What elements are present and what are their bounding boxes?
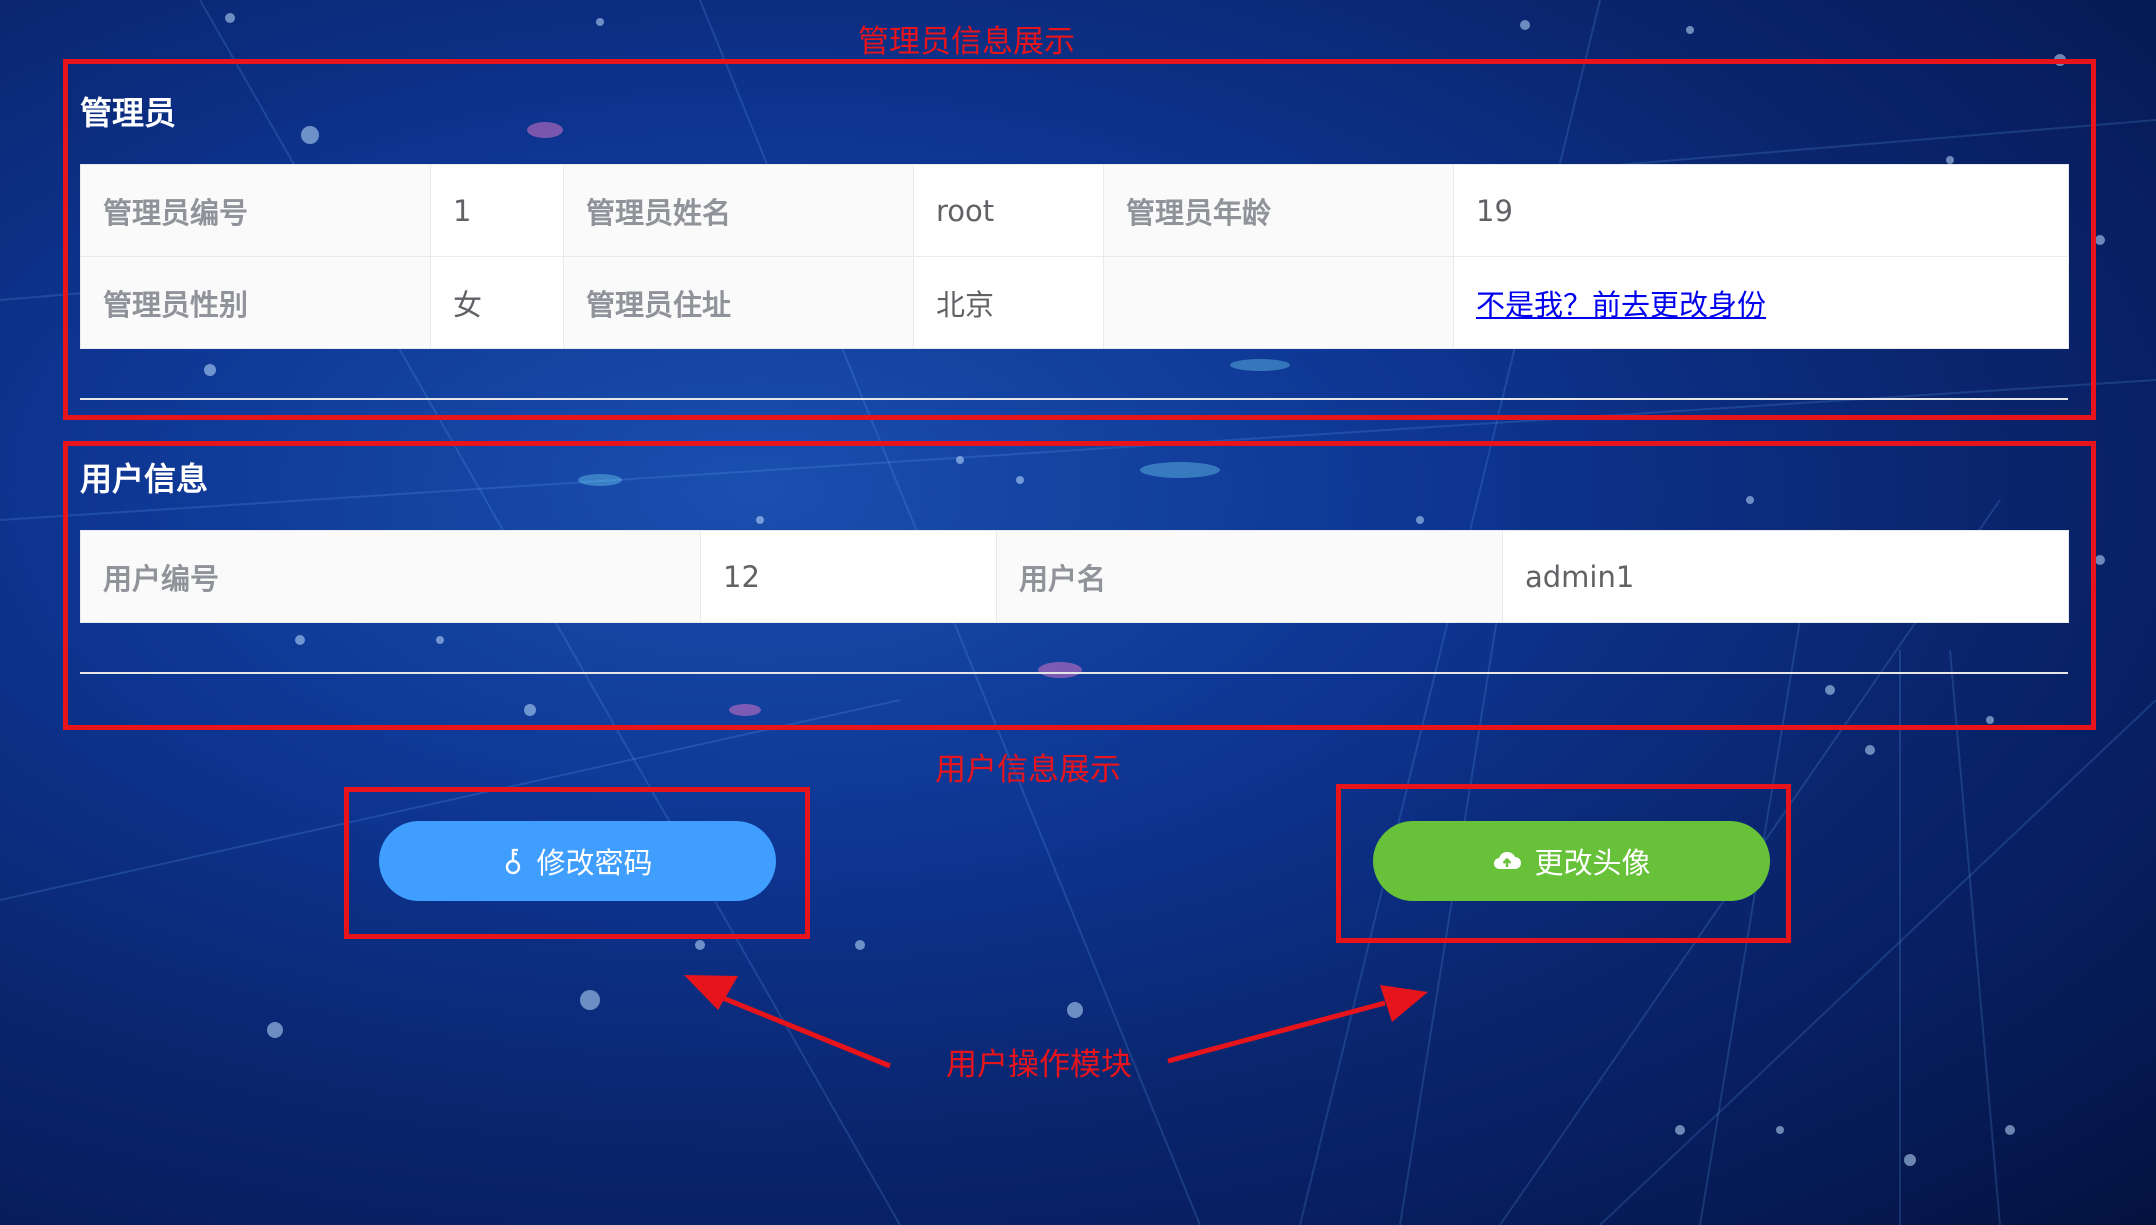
user-info-highlight-box — [63, 441, 2096, 730]
admin-display-annotation: 管理员信息展示 — [858, 24, 1075, 60]
password-button-highlight-box — [344, 787, 810, 939]
page-background: 管理员 管理员编号 1 管理员姓名 root 管理员年龄 19 管理员性别 女 … — [0, 0, 2156, 1225]
admin-info-highlight-box — [63, 59, 2096, 420]
user-display-annotation: 用户信息展示 — [935, 752, 1121, 788]
avatar-button-highlight-box — [1336, 784, 1791, 943]
user-ops-annotation: 用户操作模块 — [946, 1047, 1132, 1083]
